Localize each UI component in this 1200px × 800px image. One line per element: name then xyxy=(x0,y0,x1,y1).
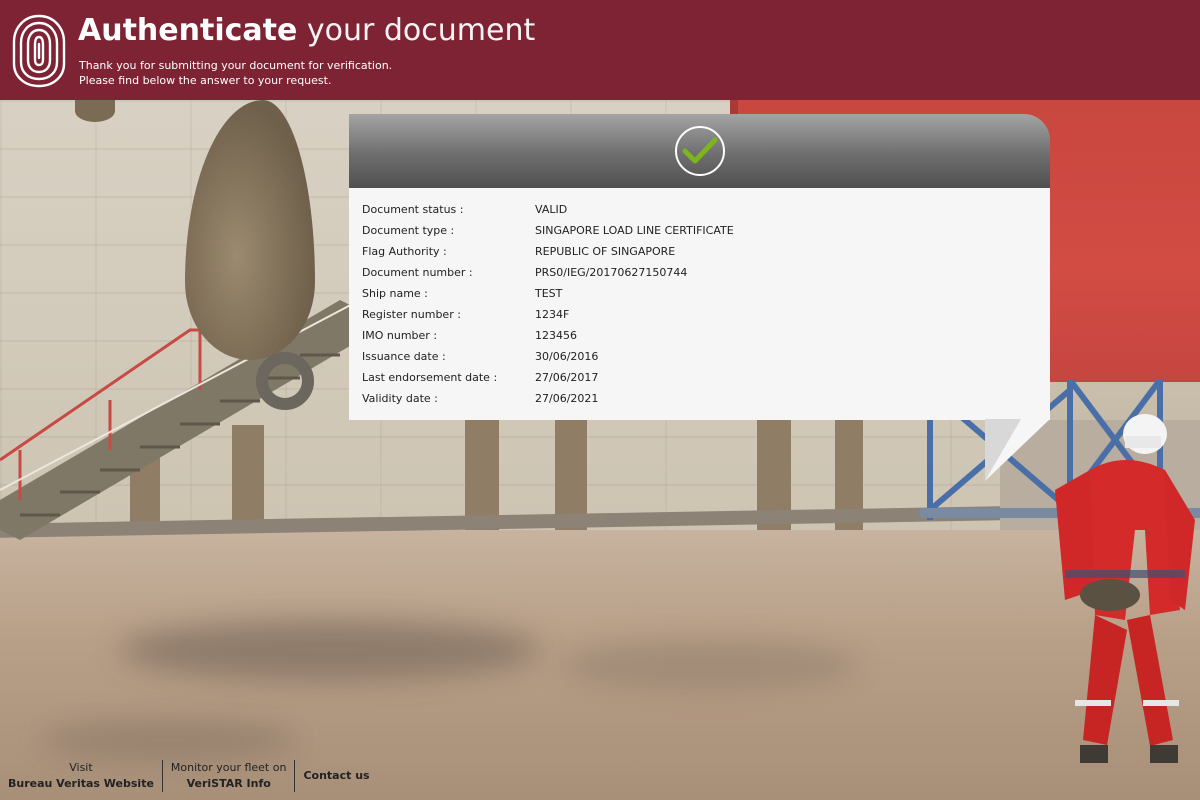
field-value: VALID xyxy=(535,203,568,216)
field-value: 27/06/2021 xyxy=(535,392,599,405)
field-value: TEST xyxy=(535,287,563,300)
field-label: Last endorsement date : xyxy=(362,371,498,384)
worker-figure xyxy=(1055,414,1195,763)
checkmark-glyph xyxy=(682,137,718,164)
field-label: Ship name : xyxy=(362,287,428,300)
field-label: Flag Authority : xyxy=(362,245,447,258)
verification-result-card: Document status : VALID Document type : … xyxy=(349,114,1050,481)
result-details: Document status : VALID Document type : … xyxy=(349,188,1050,420)
wall-pillar xyxy=(465,420,499,530)
staircase xyxy=(0,300,360,540)
subtitle-line-1: Thank you for submitting your document f… xyxy=(79,59,393,72)
monitor-prefix: Monitor your fleet on xyxy=(170,761,287,774)
field-value: 1234F xyxy=(535,308,570,321)
card-speech-tail-shade xyxy=(985,419,1021,481)
field-label: Issuance date : xyxy=(362,350,446,363)
ship-propeller-blade xyxy=(75,100,115,122)
floor-stain xyxy=(40,720,300,760)
page-header: Authenticate your document Thank you for… xyxy=(0,0,1200,100)
field-label: IMO number : xyxy=(362,329,438,342)
field-value: SINGAPORE LOAD LINE CERTIFICATE xyxy=(535,224,734,237)
field-label: Document status : xyxy=(362,203,464,216)
contact-link-label[interactable]: Contact us xyxy=(303,768,369,784)
veristar-info-link[interactable]: Monitor your fleet on VeriSTAR Info xyxy=(163,760,296,792)
field-value: 27/06/2017 xyxy=(535,371,599,384)
bureau-veritas-website-link[interactable]: Visit Bureau Veritas Website xyxy=(0,760,163,792)
page-subtitle: Thank you for submitting your document f… xyxy=(79,58,392,88)
field-label: Register number : xyxy=(362,308,461,321)
field-label: Document type : xyxy=(362,224,455,237)
fingerprint-icon xyxy=(12,14,66,88)
field-value: PRS0/IEG/20170627150744 xyxy=(535,266,688,279)
field-value: 30/06/2016 xyxy=(535,350,599,363)
field-value: 123456 xyxy=(535,329,577,342)
page-title: Authenticate your document xyxy=(78,12,535,50)
subtitle-line-2: Please find below the answer to your req… xyxy=(79,74,332,87)
field-label: Document number : xyxy=(362,266,473,279)
checkmark-icon xyxy=(675,126,725,176)
monitor-link-label[interactable]: VeriSTAR Info xyxy=(171,776,287,792)
footer-links: Visit Bureau Veritas Website Monitor you… xyxy=(0,756,378,796)
page-title-light: your document xyxy=(306,13,536,48)
floor-stain xyxy=(560,640,860,690)
floor-stain xyxy=(120,620,540,680)
contact-us-link[interactable]: Contact us xyxy=(295,768,377,784)
hanging-tyre xyxy=(256,352,314,410)
field-value: REPUBLIC OF SINGAPORE xyxy=(535,245,676,258)
page-title-strong: Authenticate xyxy=(78,13,298,48)
visit-link-label[interactable]: Bureau Veritas Website xyxy=(8,776,154,792)
visit-prefix: Visit xyxy=(69,761,93,774)
field-label: Validity date : xyxy=(362,392,438,405)
result-card-header xyxy=(349,114,1050,188)
